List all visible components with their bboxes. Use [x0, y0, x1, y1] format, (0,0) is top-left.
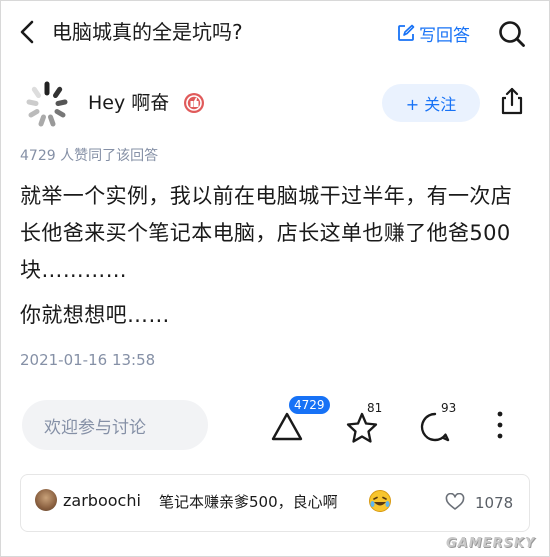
top-bar: 电脑城真的全是坑吗? 写回答 [0, 0, 550, 66]
top-comment[interactable]: zarboochi 笔记本赚亲爹500，良心啊 1078 [20, 474, 530, 532]
back-arrow-icon[interactable] [16, 18, 40, 46]
follow-button[interactable]: + 关注 [382, 84, 480, 122]
rolling-laughing-emoji-icon [369, 490, 391, 512]
commenter-name[interactable]: zarboochi [63, 490, 141, 512]
answer-paragraph: 你就想想吧…… [20, 303, 170, 327]
share-icon[interactable] [499, 86, 525, 116]
favorite-count: 81 [367, 401, 383, 415]
answer-paragraph: 就举一个实例，我以前在电脑城干过半年，有一次店长他爸来买个笔记本电脑，店长这单也… [20, 184, 513, 282]
commenter-avatar[interactable] [35, 489, 57, 511]
write-answer-button[interactable]: 写回答 [397, 20, 470, 46]
answer-upvote-summary: 4729 人赞同了该回答 [20, 148, 159, 164]
answer-timestamp: 2021-01-16 13:58 [20, 351, 156, 369]
edit-icon [398, 24, 415, 41]
comment-text: 笔记本赚亲爹500，良心啊 [159, 493, 338, 511]
upvote-triangle-icon [271, 412, 303, 441]
badge-icon [184, 93, 204, 113]
author-avatar[interactable] [20, 78, 74, 132]
write-answer-label: 写回答 [419, 25, 470, 46]
author-name[interactable]: Hey 啊奋 [88, 90, 169, 116]
site-watermark: GAMERSKY [446, 536, 536, 551]
more-vertical-icon[interactable] [495, 408, 505, 442]
search-icon[interactable] [498, 20, 526, 48]
comment-like-count: 1078 [475, 494, 514, 512]
answer-body: 就举一个实例，我以前在电脑城干过半年，有一次店长他爸来买个笔记本电脑，店长这单也… [20, 178, 532, 334]
comment-input[interactable]: 欢迎参与讨论 [22, 400, 208, 450]
heart-icon[interactable] [445, 493, 465, 511]
comment-count: 93 [441, 401, 457, 415]
question-title[interactable]: 电脑城真的全是坑吗? [52, 19, 243, 45]
upvote-count-badge: 4729 [289, 396, 330, 414]
